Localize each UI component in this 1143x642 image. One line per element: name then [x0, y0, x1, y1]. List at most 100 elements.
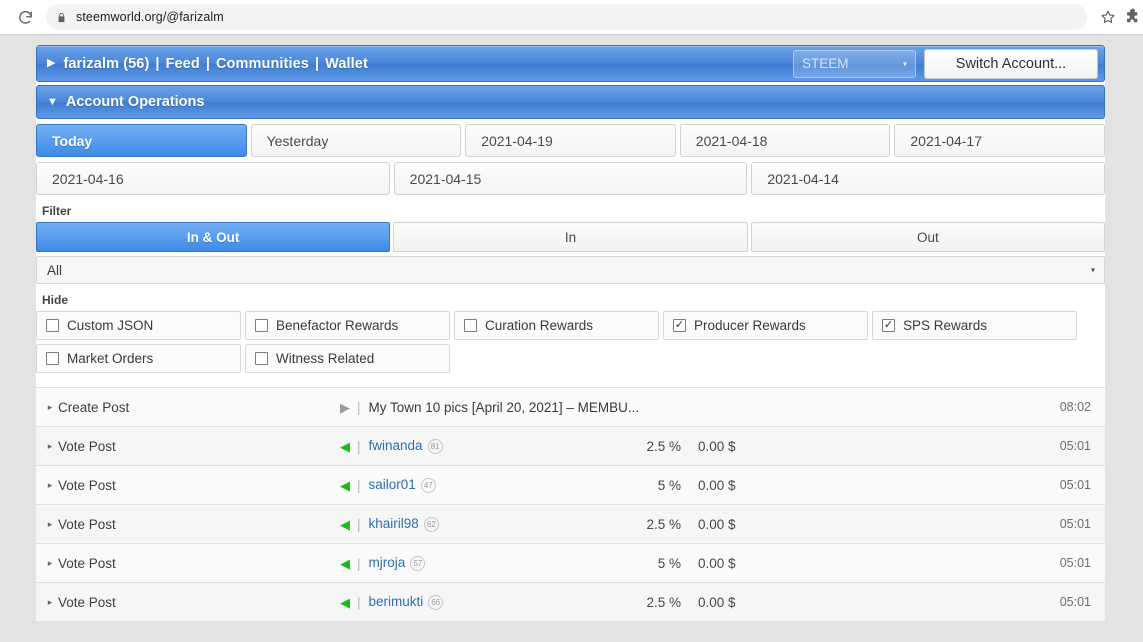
account-link[interactable]: sailor01 47 — [369, 477, 436, 493]
operation-type-label: Vote Post — [58, 555, 116, 571]
operation-time: 05:01 — [1059, 556, 1091, 570]
nav-account-name[interactable]: farizalm (56) — [63, 56, 149, 72]
operation-row[interactable]: ▸ Vote Post ◀ | mjroja 57 5 % 0.00 $ 05:01 — [36, 544, 1105, 583]
account-link-text[interactable]: khairil98 — [369, 516, 419, 531]
account-link-text[interactable]: sailor01 — [369, 477, 416, 492]
checkbox-checked-icon[interactable]: ✓ — [882, 319, 895, 332]
nav-separator-2: | — [205, 55, 210, 72]
nav-link-feed[interactable]: Feed — [166, 56, 200, 72]
account-link[interactable]: fwinanda 81 — [369, 438, 443, 454]
incoming-arrow-icon: ◀ — [340, 516, 350, 532]
row-separator: | — [357, 516, 361, 532]
outgoing-arrow-icon: ▶ — [340, 399, 350, 415]
post-title[interactable]: My Town 10 pics [April 20, 2021] – MEMBU… — [369, 400, 640, 415]
checkbox-icon[interactable] — [46, 319, 59, 332]
date-tabs-row-1: Today Yesterday 2021-04-19 2021-04-18 20… — [36, 124, 1105, 157]
page-viewport: ▶ farizalm (56) | Feed | Communities | Wallet … — [0, 36, 1143, 642]
checkbox-icon[interactable] — [255, 319, 268, 332]
operation-time: 05:01 — [1059, 439, 1091, 453]
row-expand-icon[interactable]: ▸ — [36, 558, 58, 569]
page-right-gutter — [1105, 36, 1143, 642]
nav-separator-3: | — [314, 55, 320, 72]
operation-time: 05:01 — [1059, 595, 1091, 609]
filter-in-and-out[interactable]: In & Out — [36, 222, 391, 252]
operation-type-label: Vote Post — [58, 594, 116, 610]
operation-type-select[interactable]: All ▾ — [36, 256, 1105, 284]
date-tab-today[interactable]: Today — [36, 124, 247, 157]
operation-row[interactable]: ▸ Vote Post ◀ | berimukti 66 2.5 % 0.00 $ 05:01 — [36, 583, 1105, 622]
date-tab-yesterday[interactable]: Yesterday — [250, 124, 462, 157]
row-expand-icon[interactable]: ▸ — [36, 519, 58, 530]
hide-label-custom-json: Custom JSON — [67, 318, 154, 333]
chain-select-value: STEEM — [802, 56, 849, 71]
chain-select[interactable]: STEEM ▾ — [793, 49, 916, 78]
account-link[interactable]: khairil98 62 — [369, 516, 439, 532]
nav-separator-1: | — [155, 55, 160, 72]
hide-label-benefactor-rewards: Benefactor Rewards — [276, 318, 399, 333]
date-tab-2021-04-19[interactable]: 2021-04-19 — [465, 124, 676, 157]
hide-label-witness-related: Witness Related — [276, 351, 375, 366]
account-link-text[interactable]: fwinanda — [369, 438, 423, 453]
amount-value: 0.00 $ — [698, 594, 736, 610]
operations-body: Today Yesterday 2021-04-19 2021-04-18 20… — [36, 124, 1106, 622]
row-expand-icon[interactable]: ▸ — [36, 441, 58, 452]
operation-row[interactable]: ▸ Vote Post ◀ | khairil98 62 2.5 % 0.00 $ 05:01 — [36, 505, 1105, 544]
hide-label-market-orders: Market Orders — [67, 351, 154, 366]
switch-account-button[interactable]: Switch Account... — [924, 48, 1098, 79]
operation-time: 08:02 — [1059, 400, 1091, 414]
hide-checkbox-benefactor-rewards[interactable]: Benefactor Rewards — [245, 311, 450, 340]
row-separator: | — [357, 555, 361, 571]
nav-link-communities[interactable]: Communities — [216, 56, 309, 72]
url-text: steemworld.org/@farizalm — [76, 10, 224, 24]
checkbox-icon[interactable] — [46, 352, 59, 365]
account-link-text[interactable]: mjroja — [369, 555, 406, 570]
filter-in[interactable]: In — [393, 222, 748, 252]
filter-out[interactable]: Out — [750, 222, 1105, 252]
incoming-arrow-icon: ◀ — [340, 438, 350, 454]
account-link-text[interactable]: berimukti — [369, 594, 424, 609]
date-tab-2021-04-18[interactable]: 2021-04-18 — [679, 124, 891, 157]
hide-checkbox-curation-rewards[interactable]: Curation Rewards — [454, 311, 659, 340]
date-tab-2021-04-17[interactable]: 2021-04-17 — [894, 124, 1105, 157]
chevron-down-icon: ▾ — [902, 59, 907, 68]
operation-type-label: Vote Post — [58, 438, 116, 454]
hide-row-2: Market Orders Witness Related — [36, 344, 1105, 373]
hide-checkbox-market-orders[interactable]: Market Orders — [36, 344, 241, 373]
account-operations-header[interactable]: ▼ Account Operations — [36, 85, 1105, 119]
hide-checkbox-witness-related[interactable]: Witness Related — [245, 344, 450, 373]
operation-row[interactable]: ▸ Create Post ▶ | My Town 10 pics [April 20,… — [36, 388, 1105, 427]
hide-checkbox-sps-rewards[interactable]: ✓ SPS Rewards — [872, 311, 1077, 340]
operation-type-label: Vote Post — [58, 477, 116, 493]
incoming-arrow-icon: ◀ — [340, 477, 350, 493]
row-expand-icon[interactable]: ▸ — [36, 480, 58, 491]
row-expand-icon[interactable]: ▸ — [36, 597, 58, 608]
account-link[interactable]: berimukti 66 — [369, 594, 444, 610]
checkbox-icon[interactable] — [255, 352, 268, 365]
date-tab-2021-04-14[interactable]: 2021-04-14 — [751, 162, 1106, 195]
hide-label-producer-rewards: Producer Rewards — [694, 318, 806, 333]
operation-time: 05:01 — [1059, 478, 1091, 492]
vote-percent: 5 % — [657, 477, 681, 493]
hide-row-1: Custom JSON Benefactor Rewards Curation … — [36, 311, 1105, 340]
checkbox-checked-icon[interactable]: ✓ — [673, 319, 686, 332]
navbar-expand-icon[interactable]: ▶ — [47, 58, 55, 69]
date-tabs-row-2: 2021-04-16 2021-04-15 2021-04-14 — [36, 162, 1106, 195]
operation-row[interactable]: ▸ Vote Post ◀ | fwinanda 81 2.5 % 0.00 $ 05:01 — [36, 427, 1105, 466]
date-tab-2021-04-16[interactable]: 2021-04-16 — [36, 162, 390, 195]
hide-checkbox-producer-rewards[interactable]: ✓ Producer Rewards — [663, 311, 868, 340]
operation-type-label: Vote Post — [58, 516, 116, 532]
nav-link-wallet[interactable]: Wallet — [325, 56, 368, 72]
date-tab-2021-04-15[interactable]: 2021-04-15 — [393, 162, 748, 195]
account-link[interactable]: mjroja 57 — [369, 555, 426, 571]
hide-checkbox-custom-json[interactable]: Custom JSON — [36, 311, 241, 340]
amount-value: 0.00 $ — [698, 555, 736, 571]
vote-percent: 2.5 % — [646, 594, 681, 610]
checkbox-icon[interactable] — [464, 319, 477, 332]
row-expand-icon[interactable]: ▸ — [36, 402, 58, 413]
extension-icon[interactable] — [1123, 2, 1143, 32]
star-icon[interactable] — [1093, 2, 1123, 32]
address-bar[interactable]: steemworld.org/@farizalm — [46, 4, 1087, 30]
reload-icon[interactable] — [8, 0, 42, 34]
incoming-arrow-icon: ◀ — [340, 594, 350, 610]
operation-row[interactable]: ▸ Vote Post ◀ | sailor01 47 5 % 0.00 $ 05:01 — [36, 466, 1105, 505]
